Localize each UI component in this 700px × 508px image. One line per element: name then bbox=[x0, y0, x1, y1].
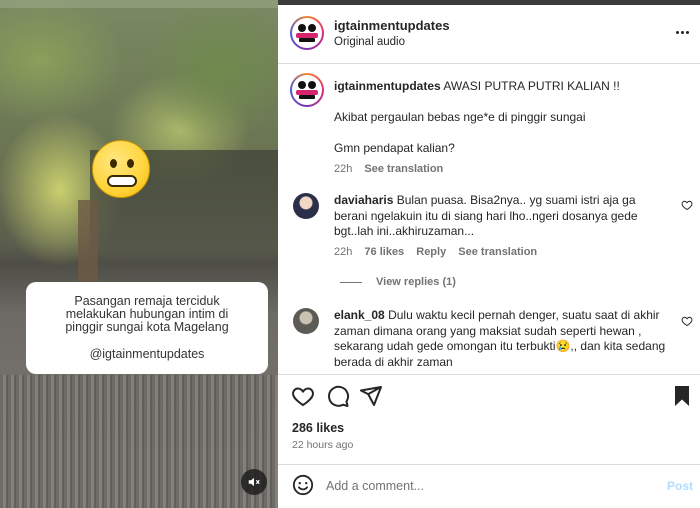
audio-label[interactable]: Original audio bbox=[334, 36, 405, 48]
view-replies-button[interactable]: View replies (1) bbox=[340, 276, 456, 288]
caption-line-1: AWASI PUTRA PUTRI KALIAN !! bbox=[443, 79, 620, 93]
comment-time: 22h bbox=[334, 246, 353, 258]
caption-meta: 22h See translation bbox=[334, 162, 684, 177]
comment-see-translation[interactable]: See translation bbox=[458, 246, 537, 258]
post-likes-count[interactable]: 286 likes bbox=[292, 421, 344, 435]
header-divider bbox=[278, 63, 700, 64]
top-strip bbox=[278, 0, 700, 5]
comment-input[interactable] bbox=[326, 476, 646, 496]
caption-line-2: Akibat pergaulan bebas nge*e di pinggir … bbox=[334, 110, 586, 124]
mute-button[interactable] bbox=[241, 469, 267, 495]
post-actions bbox=[278, 384, 700, 410]
caption-username[interactable]: igtainmentupdates bbox=[334, 79, 441, 93]
comment-icon[interactable] bbox=[326, 384, 350, 408]
comment-reply-button[interactable]: Reply bbox=[416, 246, 446, 258]
more-options-button[interactable] bbox=[672, 22, 692, 42]
speaker-muted-icon bbox=[248, 477, 260, 487]
video-player[interactable]: Pasangan remaja terciduk melakukan hubun… bbox=[0, 0, 278, 508]
video-top-edge bbox=[0, 0, 278, 8]
caption-line-3: Gmn pendapat kalian? bbox=[334, 141, 455, 155]
overlay-handle: @igtainmentupdates bbox=[89, 347, 205, 361]
video-background-tree bbox=[78, 200, 98, 290]
comment-like-heart-icon[interactable] bbox=[681, 199, 693, 211]
comment-item: daviaharis Bulan puasa. Bisa2nya.. yg su… bbox=[334, 193, 668, 240]
post-panel: igtainmentupdates Original audio igtainm… bbox=[278, 0, 700, 508]
emoji-icon[interactable] bbox=[292, 474, 314, 496]
add-comment-row: Post bbox=[278, 464, 700, 508]
video-caption-overlay: Pasangan remaja terciduk melakukan hubun… bbox=[26, 282, 268, 374]
comment-meta: 22h 76 likes Reply See translation bbox=[334, 246, 546, 258]
actions-divider bbox=[278, 374, 700, 375]
caption-time: 22h bbox=[334, 163, 353, 175]
comment-likes[interactable]: 76 likes bbox=[364, 246, 404, 258]
comment-username[interactable]: elank_08 bbox=[334, 308, 385, 322]
comment-username[interactable]: daviaharis bbox=[334, 193, 393, 207]
share-icon[interactable] bbox=[359, 384, 383, 408]
comment-avatar[interactable] bbox=[293, 308, 319, 334]
view-replies-label: View replies (1) bbox=[376, 276, 456, 288]
overlay-line-3: pinggir sungai kota Magelang bbox=[65, 320, 229, 334]
author-username[interactable]: igtainmentupdates bbox=[334, 18, 450, 33]
comment-item: elank_08 Dulu waktu kecil pernah denger,… bbox=[334, 308, 668, 370]
censor-emoji-icon bbox=[92, 140, 150, 198]
post-caption: igtainmentupdates AWASI PUTRA PUTRI KALI… bbox=[334, 79, 684, 177]
heart-icon[interactable] bbox=[291, 384, 315, 408]
video-background-roof bbox=[0, 375, 278, 508]
post-button[interactable]: Post bbox=[667, 479, 693, 493]
bookmark-icon[interactable] bbox=[670, 384, 694, 408]
comment-avatar[interactable] bbox=[293, 193, 319, 219]
post-timestamp: 22 hours ago bbox=[292, 439, 354, 451]
comment-like-heart-icon[interactable] bbox=[681, 315, 693, 327]
author-avatar[interactable] bbox=[290, 16, 324, 50]
caption-see-translation[interactable]: See translation bbox=[364, 163, 443, 175]
caption-avatar[interactable] bbox=[290, 73, 324, 107]
